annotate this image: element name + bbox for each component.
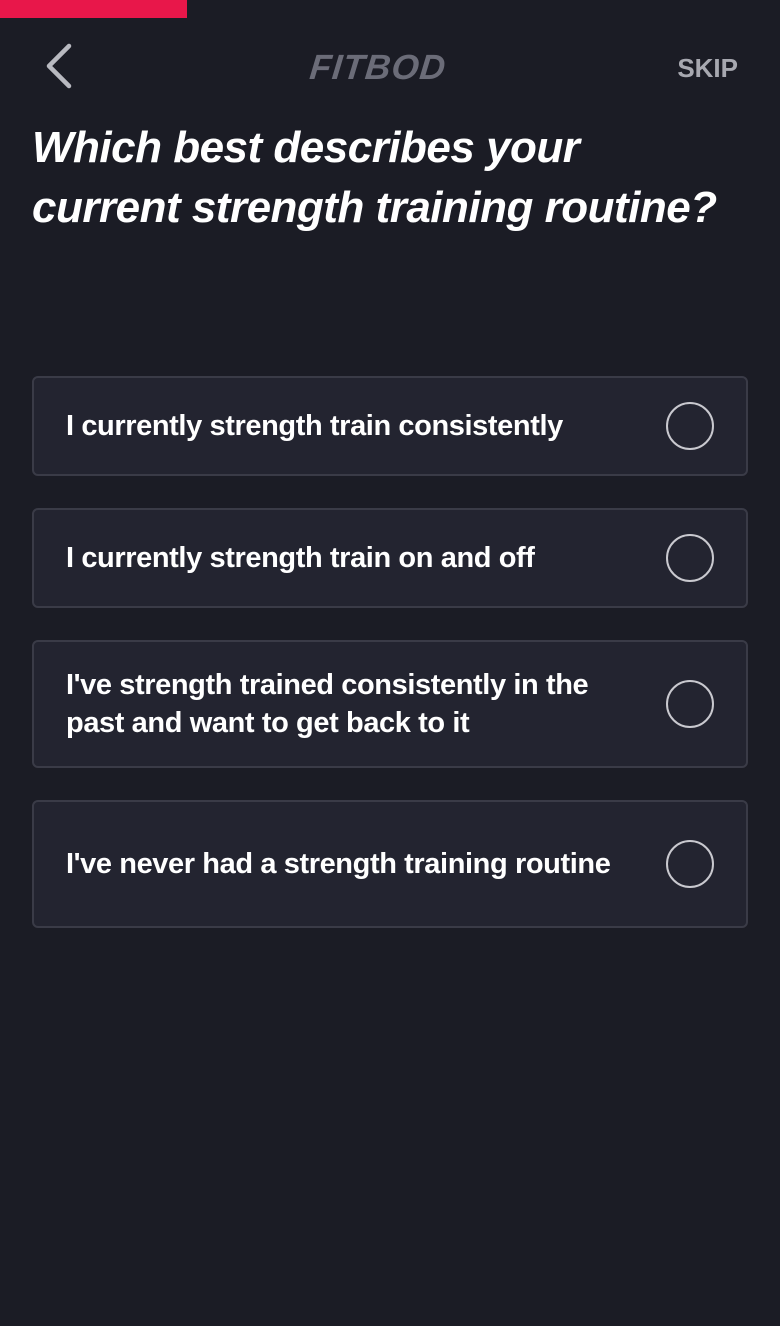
- option-card-train-consistently[interactable]: I currently strength train consistently: [32, 376, 748, 476]
- back-button[interactable]: [30, 36, 86, 96]
- skip-button[interactable]: SKIP: [677, 50, 738, 86]
- fitbod-logo: FITBOD: [307, 48, 449, 87]
- option-card-on-and-off[interactable]: I currently strength train on and off: [32, 508, 748, 608]
- radio-circle-icon[interactable]: [666, 680, 714, 728]
- progress-bar-fill: [0, 0, 188, 18]
- question-title: Which best describes your current streng…: [32, 123, 717, 232]
- radio-circle-icon[interactable]: [666, 840, 714, 888]
- chevron-left-icon: [43, 43, 73, 89]
- option-label: I currently strength train consistently: [66, 410, 563, 442]
- option-card-trained-in-past[interactable]: I've strength trained consistently in th…: [32, 640, 748, 768]
- option-label: I currently strength train on and off: [66, 542, 535, 574]
- radio-circle-icon[interactable]: [666, 402, 714, 450]
- progress-bar: [0, 0, 780, 18]
- options-list: I currently strength train consistently …: [32, 376, 748, 960]
- option-label: I've never had a strength training routi…: [66, 848, 611, 880]
- radio-circle-icon[interactable]: [666, 534, 714, 582]
- option-card-never-trained[interactable]: I've never had a strength training routi…: [32, 800, 748, 928]
- option-label: I've strength trained consistently in th…: [66, 669, 589, 739]
